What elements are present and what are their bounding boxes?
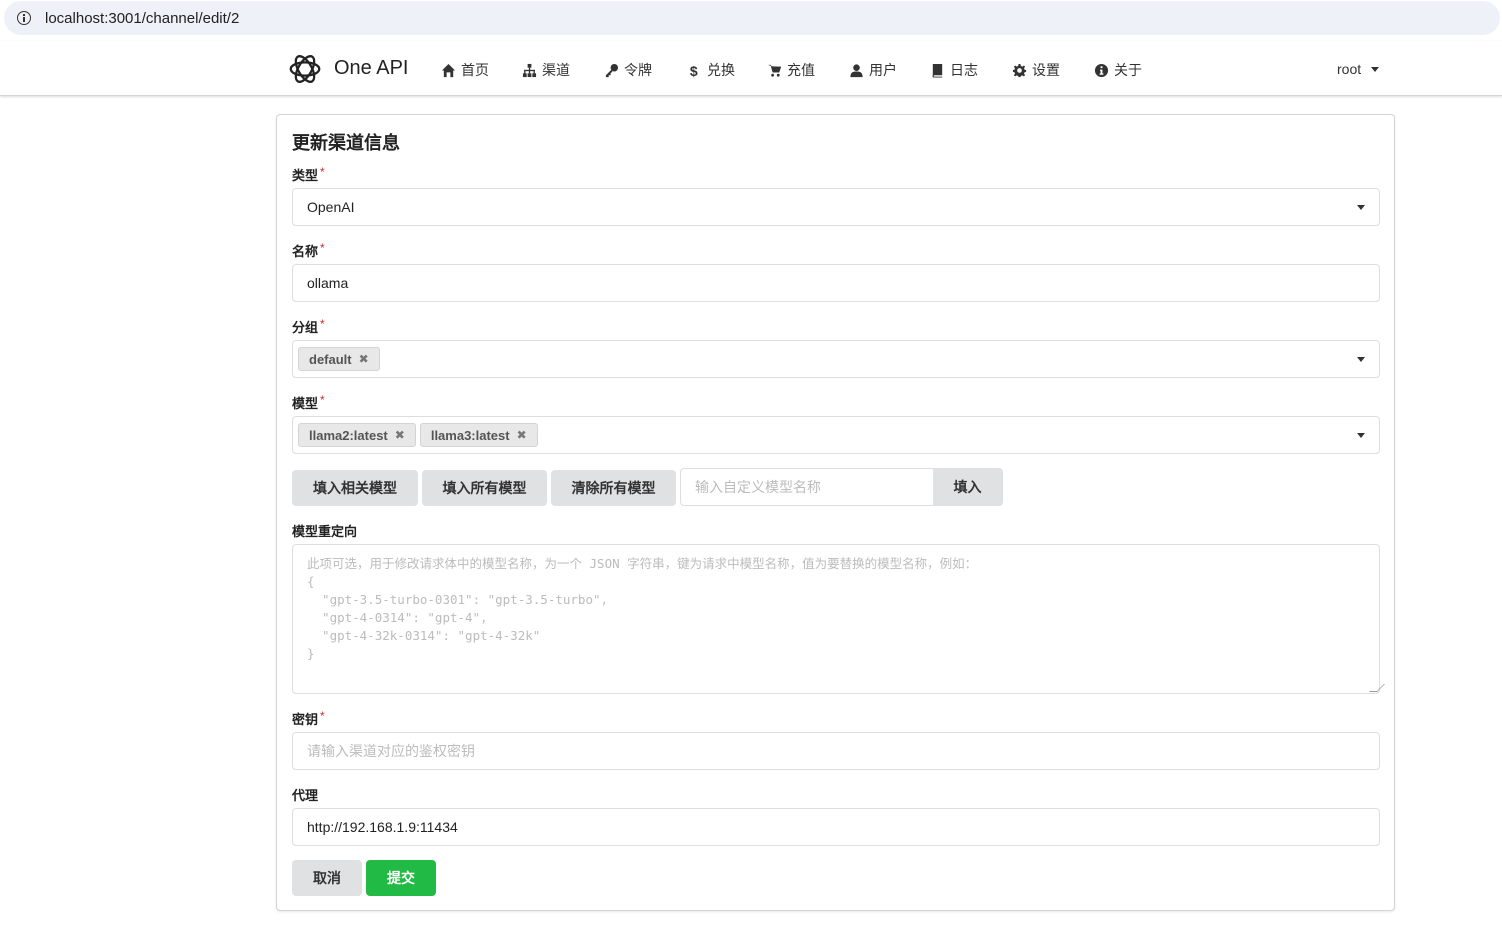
- nav-redeem-label: 兑换: [707, 62, 735, 78]
- required-mark: *: [320, 241, 325, 255]
- info-circle-icon: [1094, 63, 1109, 77]
- nav-topup-label: 充值: [787, 62, 815, 78]
- submit-button[interactable]: 提交: [366, 860, 436, 896]
- nav-tokens-label: 令牌: [624, 62, 652, 78]
- custom-model-input[interactable]: 输入自定义模型名称: [681, 469, 933, 505]
- proxy-input[interactable]: http://192.168.1.9:11434: [292, 808, 1380, 846]
- nav-channels[interactable]: 渠道: [522, 60, 570, 80]
- cart-icon: [767, 64, 782, 77]
- user-icon: [850, 63, 863, 77]
- nav-topup[interactable]: 充值: [767, 60, 815, 80]
- models-select[interactable]: llama2:latest ✖ llama3:latest ✖: [292, 416, 1380, 454]
- key-input-placeholder: 请输入渠道对应的鉴权密钥: [307, 743, 475, 759]
- nav-tokens[interactable]: 令牌: [604, 60, 652, 80]
- custom-model-group: 输入自定义模型名称 填入: [680, 468, 1003, 506]
- nav-redeem[interactable]: $ 兑换: [687, 60, 735, 80]
- group-select[interactable]: default ✖: [292, 340, 1380, 378]
- name-input-value: ollama: [307, 275, 349, 291]
- home-icon: [441, 63, 456, 77]
- nav-about[interactable]: 关于: [1094, 60, 1142, 80]
- openai-logo-icon[interactable]: [286, 50, 324, 88]
- nav-users-label: 用户: [869, 62, 897, 78]
- url-text[interactable]: localhost:3001/channel/edit/2: [45, 10, 239, 27]
- user-menu[interactable]: root: [1337, 61, 1380, 77]
- dropdown-caret-icon: [1357, 205, 1365, 210]
- type-label: 类型 *: [292, 165, 325, 183]
- dropdown-caret-icon: [1357, 357, 1365, 362]
- remove-tag-icon[interactable]: ✖: [395, 428, 405, 442]
- model-mapping-label: 模型重定向: [292, 524, 358, 539]
- remove-tag-icon[interactable]: ✖: [359, 352, 369, 366]
- url-bar[interactable]: localhost:3001/channel/edit/2: [4, 1, 1500, 35]
- sitemap-icon: [522, 63, 537, 77]
- nav-about-label: 关于: [1114, 62, 1142, 78]
- required-mark: *: [320, 709, 325, 723]
- type-select[interactable]: OpenAI: [292, 188, 1380, 226]
- top-navbar: One API 首页 渠道 令牌 $ 兑换 充值 用户 日志 设置 关于 roo…: [0, 41, 1502, 96]
- nav-logs[interactable]: 日志: [930, 60, 978, 80]
- brand-name[interactable]: One API: [334, 57, 409, 80]
- channel-edit-card: 更新渠道信息 类型 * OpenAI 名称 * ollama 分组 * default…: [276, 114, 1395, 911]
- fill-related-models-button[interactable]: 填入相关模型: [292, 470, 418, 506]
- caret-down-icon: [1371, 66, 1380, 72]
- nav-logs-label: 日志: [950, 62, 978, 78]
- page-title: 更新渠道信息: [292, 133, 400, 153]
- book-icon: [932, 63, 943, 78]
- nav-home[interactable]: 首页: [441, 60, 489, 80]
- group-tag: default ✖: [298, 347, 380, 371]
- key-label: 密钥 *: [292, 709, 325, 727]
- nav-settings[interactable]: 设置: [1012, 60, 1060, 80]
- fill-all-models-button[interactable]: 填入所有模型: [422, 470, 547, 506]
- dropdown-caret-icon: [1357, 433, 1365, 438]
- nav-home-label: 首页: [461, 62, 489, 78]
- key-input[interactable]: 请输入渠道对应的鉴权密钥: [292, 732, 1380, 770]
- model-mapping-textarea[interactable]: 此项可选，用于修改请求体中的模型名称，为一个 JSON 字符串，键为请求中模型名…: [292, 544, 1380, 694]
- browser-address-bar: localhost:3001/channel/edit/2: [0, 0, 1502, 40]
- gear-icon: [1012, 63, 1027, 77]
- type-select-value: OpenAI: [307, 199, 355, 215]
- name-label: 名称 *: [292, 241, 325, 259]
- model-tag: llama3:latest ✖: [419, 423, 538, 447]
- clear-all-models-button[interactable]: 清除所有模型: [551, 470, 676, 506]
- models-label: 模型 *: [292, 393, 325, 411]
- fill-custom-model-button[interactable]: 填入: [933, 469, 1002, 505]
- required-mark: *: [320, 165, 325, 179]
- dollar-icon: $: [690, 63, 698, 78]
- name-input[interactable]: ollama: [292, 264, 1380, 302]
- required-mark: *: [320, 317, 325, 331]
- cancel-button[interactable]: 取消: [292, 860, 362, 896]
- proxy-label: 代理: [292, 788, 319, 803]
- svg-text:$: $: [690, 63, 698, 78]
- group-label: 分组 *: [292, 317, 325, 335]
- key-icon: [605, 63, 619, 77]
- remove-tag-icon[interactable]: ✖: [517, 428, 527, 442]
- nav-settings-label: 设置: [1032, 62, 1060, 78]
- nav-users[interactable]: 用户: [849, 60, 897, 80]
- site-info-icon[interactable]: [17, 11, 31, 25]
- user-name: root: [1337, 61, 1362, 77]
- required-mark: *: [320, 393, 325, 407]
- model-tag: llama2:latest ✖: [298, 423, 416, 447]
- nav-channels-label: 渠道: [542, 62, 570, 78]
- proxy-input-value: http://192.168.1.9:11434: [307, 819, 458, 835]
